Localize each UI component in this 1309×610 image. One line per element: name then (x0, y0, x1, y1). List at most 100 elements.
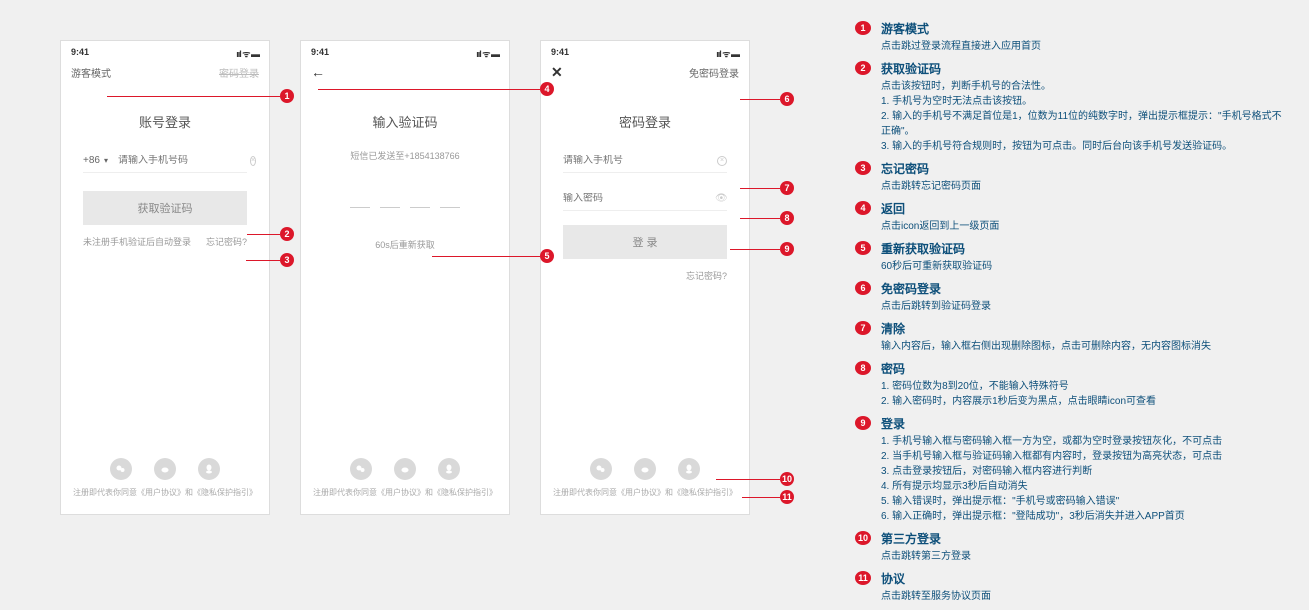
callout-marker: 5 (540, 249, 554, 263)
annotation-desc: 点击跳转忘记密码页面 (881, 179, 1285, 194)
wechat-icon[interactable] (110, 458, 132, 480)
wechat-icon[interactable] (350, 458, 372, 480)
password-input[interactable] (563, 193, 715, 204)
agreement-text[interactable]: 注册即代表你同意《用户协议》和《隐私保护指引》 (301, 487, 509, 498)
social-login-row (541, 458, 749, 480)
annotation-number: 2 (855, 61, 871, 75)
phone-2: 9:41 ııl ᯤ ▬ ← 输入验证码 短信已发送至+1854138766 6… (300, 40, 510, 515)
top-nav: ← (301, 62, 509, 82)
social-login-row (61, 458, 269, 480)
status-icons: ııl ᯤ ▬ (716, 47, 739, 60)
social-login-row (301, 458, 509, 480)
annotation-text: 游客模式点击跳过登录流程直接进入应用首页 (881, 20, 1285, 54)
guest-mode-link[interactable]: 游客模式 (71, 65, 111, 80)
callout-marker: 4 (540, 82, 554, 96)
login-button[interactable]: 登 录 (563, 225, 727, 259)
annotation-title: 游客模式 (881, 20, 1285, 37)
content: 输入验证码 短信已发送至+1854138766 60s后重新获取 (301, 82, 509, 251)
annotation-number: 1 (855, 21, 871, 35)
code-digit[interactable] (350, 192, 370, 208)
page-title: 账号登录 (83, 112, 247, 131)
qq-icon[interactable] (678, 458, 700, 480)
country-code[interactable]: +86 (83, 155, 100, 166)
page-title: 密码登录 (563, 112, 727, 131)
phone-mockups: 9:41 ııl ᯤ ▬ 游客模式 密码登录 账号登录 +86 ▾ × 获取验证… (60, 40, 750, 515)
phone-input-row: × (563, 149, 727, 173)
callout-line (247, 234, 280, 235)
clear-icon[interactable]: × (250, 156, 256, 166)
annotation-text: 重新获取验证码60秒后可重新获取验证码 (881, 240, 1285, 274)
annotation-title: 协议 (881, 570, 1285, 587)
annotation-title: 密码 (881, 360, 1285, 377)
sms-sent-hint: 短信已发送至+1854138766 (323, 149, 487, 162)
forgot-password-link[interactable]: 忘记密码? (563, 269, 727, 282)
callout-line (740, 218, 780, 219)
wechat-icon[interactable] (590, 458, 612, 480)
annotation-title: 忘记密码 (881, 160, 1285, 177)
top-nav: ✕ 免密码登录 (541, 62, 749, 82)
close-icon[interactable]: ✕ (551, 64, 563, 81)
agreement-text[interactable]: 注册即代表你同意《用户协议》和《隐私保护指引》 (541, 487, 749, 498)
annotation-text: 登录1. 手机号输入框与密码输入框一方为空，或都为空时登录按钮灰化，不可点击 2… (881, 415, 1285, 524)
chevron-down-icon[interactable]: ▾ (104, 156, 108, 165)
status-bar: 9:41 ııl ᯤ ▬ (541, 41, 749, 62)
password-input-row: 👁 (563, 187, 727, 211)
weibo-icon[interactable] (154, 458, 176, 480)
phone-input[interactable] (118, 155, 250, 166)
annotation-title: 登录 (881, 415, 1285, 432)
annotation-number: 6 (855, 281, 871, 295)
annotation-item: 10第三方登录点击跳转第三方登录 (855, 530, 1285, 564)
status-bar: 9:41 ııl ᯤ ▬ (61, 41, 269, 62)
qq-icon[interactable] (198, 458, 220, 480)
annotation-item: 4 返回点击icon返回到上一级页面 (855, 200, 1285, 234)
status-bar: 9:41 ııl ᯤ ▬ (301, 41, 509, 62)
code-digit[interactable] (410, 192, 430, 208)
annotation-desc: 点击该按钮时，判断手机号的合法性。 1. 手机号为空时无法点击该按钮。 2. 输… (881, 79, 1285, 154)
annotation-desc: 输入内容后，输入框右侧出现删除图标，点击可删除内容，无内容图标消失 (881, 339, 1285, 354)
forgot-password-link[interactable]: 忘记密码? (206, 235, 247, 248)
auto-register-hint: 未注册手机验证后自动登录 (83, 235, 191, 248)
code-digit[interactable] (380, 192, 400, 208)
phone-input[interactable] (563, 155, 717, 166)
annotation-text: 第三方登录点击跳转第三方登录 (881, 530, 1285, 564)
code-input-row[interactable] (323, 192, 487, 208)
callout-marker: 10 (780, 472, 794, 486)
callout-marker: 3 (280, 253, 294, 267)
callout-marker: 8 (780, 211, 794, 225)
agreement-text[interactable]: 注册即代表你同意《用户协议》和《隐私保护指引》 (61, 487, 269, 498)
phone-input-row: +86 ▾ × (83, 149, 247, 173)
annotation-item: 2 获取验证码点击该按钮时，判断手机号的合法性。 1. 手机号为空时无法点击该按钮… (855, 60, 1285, 154)
annotation-item: 3忘记密码点击跳转忘记密码页面 (855, 160, 1285, 194)
annotation-text: 忘记密码点击跳转忘记密码页面 (881, 160, 1285, 194)
get-code-button[interactable]: 获取验证码 (83, 191, 247, 225)
annotation-number: 4 (855, 201, 871, 215)
annotation-text: 返回点击icon返回到上一级页面 (881, 200, 1285, 234)
code-digit[interactable] (440, 192, 460, 208)
annotation-item: 8 密码 1. 密码位数为8到20位，不能输入特殊符号 2. 输入密码时，内容展示1… (855, 360, 1285, 409)
annotation-title: 返回 (881, 200, 1285, 217)
status-icons: ııl ᯤ ▬ (236, 47, 259, 60)
passwordless-login-link[interactable]: 免密码登录 (689, 65, 739, 80)
back-icon[interactable]: ← (311, 64, 325, 80)
eye-icon[interactable]: 👁 (715, 193, 727, 204)
weibo-icon[interactable] (634, 458, 656, 480)
annotation-text: 密码 1. 密码位数为8到20位，不能输入特殊符号 2. 输入密码时，内容展示1秒… (881, 360, 1285, 409)
page-title: 输入验证码 (323, 112, 487, 131)
annotation-text: 获取验证码点击该按钮时，判断手机号的合法性。 1. 手机号为空时无法点击该按钮。… (881, 60, 1285, 154)
password-login-link[interactable]: 密码登录 (219, 65, 259, 80)
annotation-text: 免密码登录点击后跳转到验证码登录 (881, 280, 1285, 314)
qq-icon[interactable] (438, 458, 460, 480)
annotation-desc: 1. 密码位数为8到20位，不能输入特殊符号 2. 输入密码时，内容展示1秒后变… (881, 379, 1285, 409)
callout-marker: 6 (780, 92, 794, 106)
annotation-desc: 点击跳过登录流程直接进入应用首页 (881, 39, 1285, 54)
resend-timer: 60s后重新获取 (323, 238, 487, 251)
clear-icon[interactable]: × (717, 156, 727, 166)
annotation-title: 第三方登录 (881, 530, 1285, 547)
annotation-desc: 点击跳转至服务协议页面 (881, 589, 1285, 604)
callout-marker: 2 (280, 227, 294, 241)
annotation-item: 1 游客模式点击跳过登录流程直接进入应用首页 (855, 20, 1285, 54)
annotation-number: 8 (855, 361, 871, 375)
annotation-title: 重新获取验证码 (881, 240, 1285, 257)
top-nav: 游客模式 密码登录 (61, 62, 269, 82)
weibo-icon[interactable] (394, 458, 416, 480)
